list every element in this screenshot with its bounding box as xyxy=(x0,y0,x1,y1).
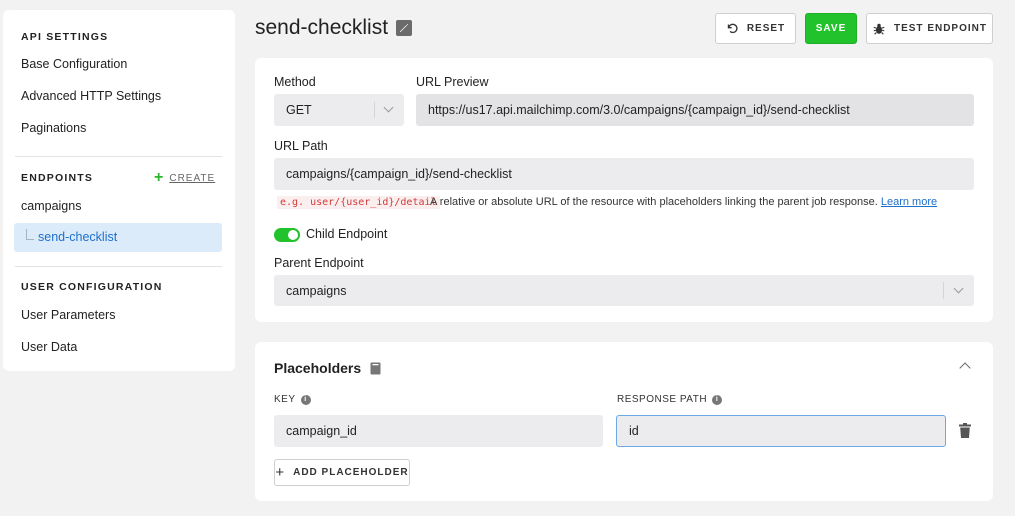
sidebar-item-user-data[interactable]: User Data xyxy=(21,340,77,354)
sidebar: API SETTINGS Base Configuration Advanced… xyxy=(3,10,235,371)
chevron-down-icon xyxy=(953,283,964,294)
url-path-hint: A relative or absolute URL of the resour… xyxy=(430,196,937,208)
url-preview-value: https://us17.api.mailchimp.com/3.0/campa… xyxy=(428,103,850,117)
chevron-down-icon xyxy=(383,102,394,113)
save-button[interactable]: SAVE xyxy=(805,13,857,44)
info-icon[interactable]: i xyxy=(712,394,723,405)
api-settings-title: API SETTINGS xyxy=(21,31,109,43)
add-placeholder-label: ADD PLACEHOLDER xyxy=(293,467,409,478)
user-configuration-title: USER CONFIGURATION xyxy=(21,281,163,293)
url-preview-field: https://us17.api.mailchimp.com/3.0/campa… xyxy=(416,94,974,126)
key-header-label: KEY xyxy=(274,394,296,405)
endpoints-title: ENDPOINTS xyxy=(21,172,94,184)
plus-icon: + xyxy=(275,463,286,481)
sidebar-item-paginations[interactable]: Paginations xyxy=(21,121,86,135)
child-endpoint-toggle[interactable] xyxy=(274,228,300,242)
create-endpoint-button[interactable]: + CREATE xyxy=(154,169,216,186)
reset-button[interactable]: RESET xyxy=(715,13,796,44)
url-path-hint-text: A relative or absolute URL of the resour… xyxy=(430,196,878,208)
method-label: Method xyxy=(274,75,316,89)
parent-endpoint-select[interactable]: campaigns xyxy=(274,275,974,306)
sidebar-item-base-configuration[interactable]: Base Configuration xyxy=(21,57,127,71)
placeholders-title: Placeholders xyxy=(274,360,362,376)
placeholder-key-input[interactable]: campaign_id xyxy=(274,415,603,447)
divider xyxy=(15,266,222,267)
delete-placeholder-button[interactable] xyxy=(959,423,971,441)
response-path-column-header: RESPONSE PATH i xyxy=(617,394,723,405)
placeholders-header: Placeholders xyxy=(274,360,381,376)
collapse-chevron-up-icon[interactable] xyxy=(959,362,971,374)
placeholder-key-value: campaign_id xyxy=(286,424,357,438)
plus-icon: + xyxy=(154,169,164,186)
response-path-header-label: RESPONSE PATH xyxy=(617,394,708,405)
edit-icon[interactable] xyxy=(396,20,412,36)
page-title: send-checklist xyxy=(255,16,389,39)
book-icon xyxy=(370,362,381,374)
bug-icon xyxy=(873,23,885,35)
learn-more-link[interactable]: Learn more xyxy=(881,196,937,208)
url-preview-label: URL Preview xyxy=(416,75,489,89)
sidebar-item-user-parameters[interactable]: User Parameters xyxy=(21,308,115,322)
sidebar-item-campaigns[interactable]: campaigns xyxy=(21,199,81,213)
method-value: GET xyxy=(286,103,312,117)
reset-label: RESET xyxy=(746,23,786,34)
url-path-label: URL Path xyxy=(274,139,328,153)
sidebar-item-label: send-checklist xyxy=(38,230,118,244)
tree-branch-icon xyxy=(26,229,34,240)
parent-endpoint-label: Parent Endpoint xyxy=(274,256,364,270)
test-endpoint-button[interactable]: TEST ENDPOINT xyxy=(866,13,993,44)
sidebar-item-send-checklist[interactable]: send-checklist xyxy=(14,223,222,252)
url-path-value: campaigns/{campaign_id}/send-checklist xyxy=(286,167,512,181)
url-path-input[interactable]: campaigns/{campaign_id}/send-checklist xyxy=(274,158,974,190)
method-select[interactable]: GET xyxy=(274,94,404,126)
save-label: SAVE xyxy=(815,23,847,34)
divider xyxy=(15,156,222,157)
parent-endpoint-value: campaigns xyxy=(286,283,347,298)
select-divider xyxy=(943,282,944,299)
placeholders-card: Placeholders KEY i RESPONSE PATH i campa… xyxy=(255,342,993,501)
placeholder-response-path-value: id xyxy=(629,424,639,438)
create-label: CREATE xyxy=(169,172,216,184)
child-endpoint-label: Child Endpoint xyxy=(306,227,388,241)
info-icon[interactable]: i xyxy=(300,394,311,405)
test-endpoint-label: TEST ENDPOINT xyxy=(893,23,987,34)
sidebar-item-advanced-http-settings[interactable]: Advanced HTTP Settings xyxy=(21,89,161,103)
select-divider xyxy=(374,102,375,118)
trash-icon xyxy=(959,423,971,438)
undo-icon xyxy=(727,23,738,34)
endpoint-settings-card: Method GET URL Preview https://us17.api.… xyxy=(255,58,993,322)
url-path-example: e.g. user/{user_id}/detail xyxy=(277,196,440,209)
placeholder-response-path-input[interactable]: id xyxy=(616,415,946,447)
add-placeholder-button[interactable]: + ADD PLACEHOLDER xyxy=(274,459,410,486)
key-column-header: KEY i xyxy=(274,394,311,405)
